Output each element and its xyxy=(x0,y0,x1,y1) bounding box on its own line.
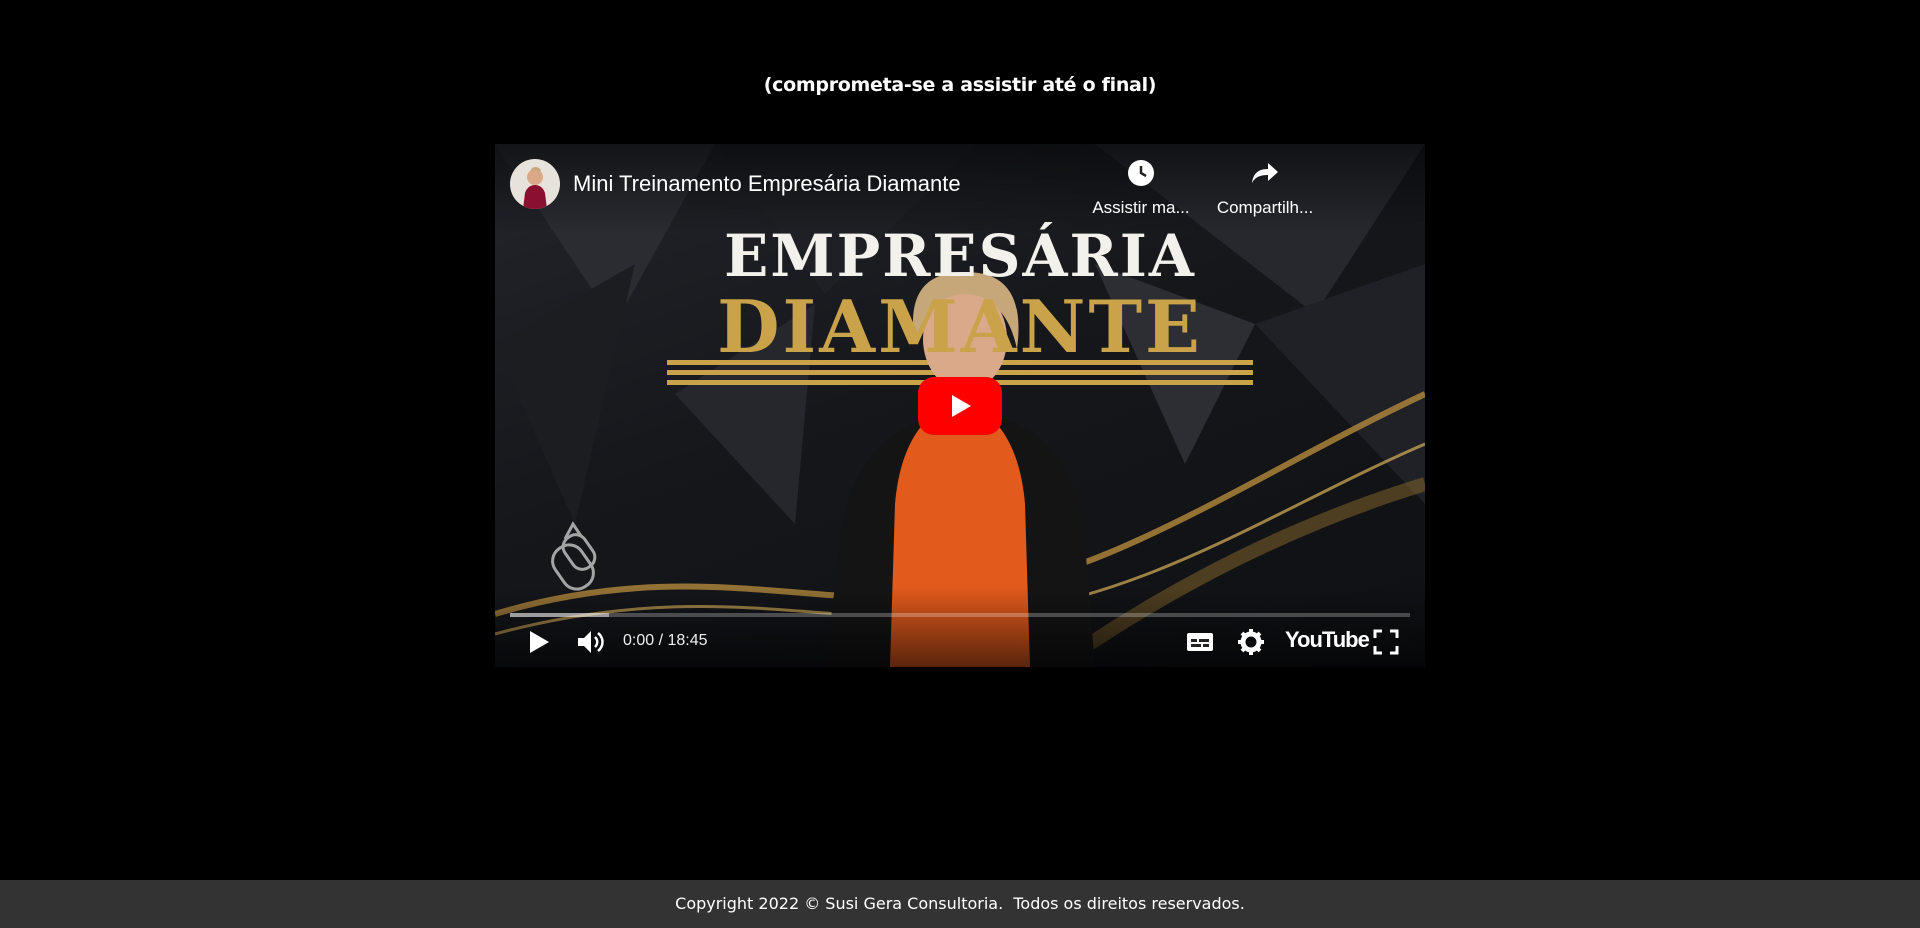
big-play-button[interactable] xyxy=(918,377,1002,435)
gear-icon xyxy=(1238,629,1264,655)
channel-avatar[interactable] xyxy=(510,159,560,209)
thumbnail-subheadline: DIAMANTE xyxy=(717,284,1203,369)
thumbnail-headline: EMPRESÁRIA xyxy=(724,222,1196,290)
share-icon xyxy=(1252,163,1278,183)
play-icon xyxy=(530,631,549,653)
fullscreen-icon xyxy=(1373,629,1399,655)
video-title[interactable]: Mini Treinamento Empresária Diamante xyxy=(573,171,961,197)
volume-button[interactable] xyxy=(575,627,607,662)
footer-copyright: Copyright 2022 © Susi Gera Consultoria. … xyxy=(0,880,1920,928)
share-button[interactable]: Compartilh... xyxy=(1210,159,1320,218)
time-display: 0:00 / 18:45 xyxy=(623,632,708,649)
big-play-icon xyxy=(952,395,971,417)
avatar-image xyxy=(523,167,547,209)
player-controls: 0:00 / 18:45 YouTube xyxy=(495,617,1425,667)
play-button[interactable] xyxy=(525,627,553,662)
youtube-player[interactable]: EMPRESÁRIA DIAMANTE Mini Treinamento Emp… xyxy=(495,144,1425,667)
watch-later-button[interactable]: Assistir ma... xyxy=(1086,159,1196,218)
share-label: Compartilh... xyxy=(1216,198,1314,217)
fullscreen-button[interactable] xyxy=(1371,627,1401,662)
subtitles-icon xyxy=(1187,633,1213,651)
watermark-icon xyxy=(551,521,597,591)
watch-later-label: Assistir ma... xyxy=(1092,198,1190,217)
subtitles-button[interactable] xyxy=(1185,627,1215,662)
youtube-logo[interactable]: YouTube xyxy=(1285,627,1370,653)
volume-icon xyxy=(578,631,604,653)
clock-icon xyxy=(1128,160,1154,186)
settings-button[interactable] xyxy=(1236,627,1266,662)
page-subtitle: (comprometa-se a assistir até o final) xyxy=(763,74,1157,96)
